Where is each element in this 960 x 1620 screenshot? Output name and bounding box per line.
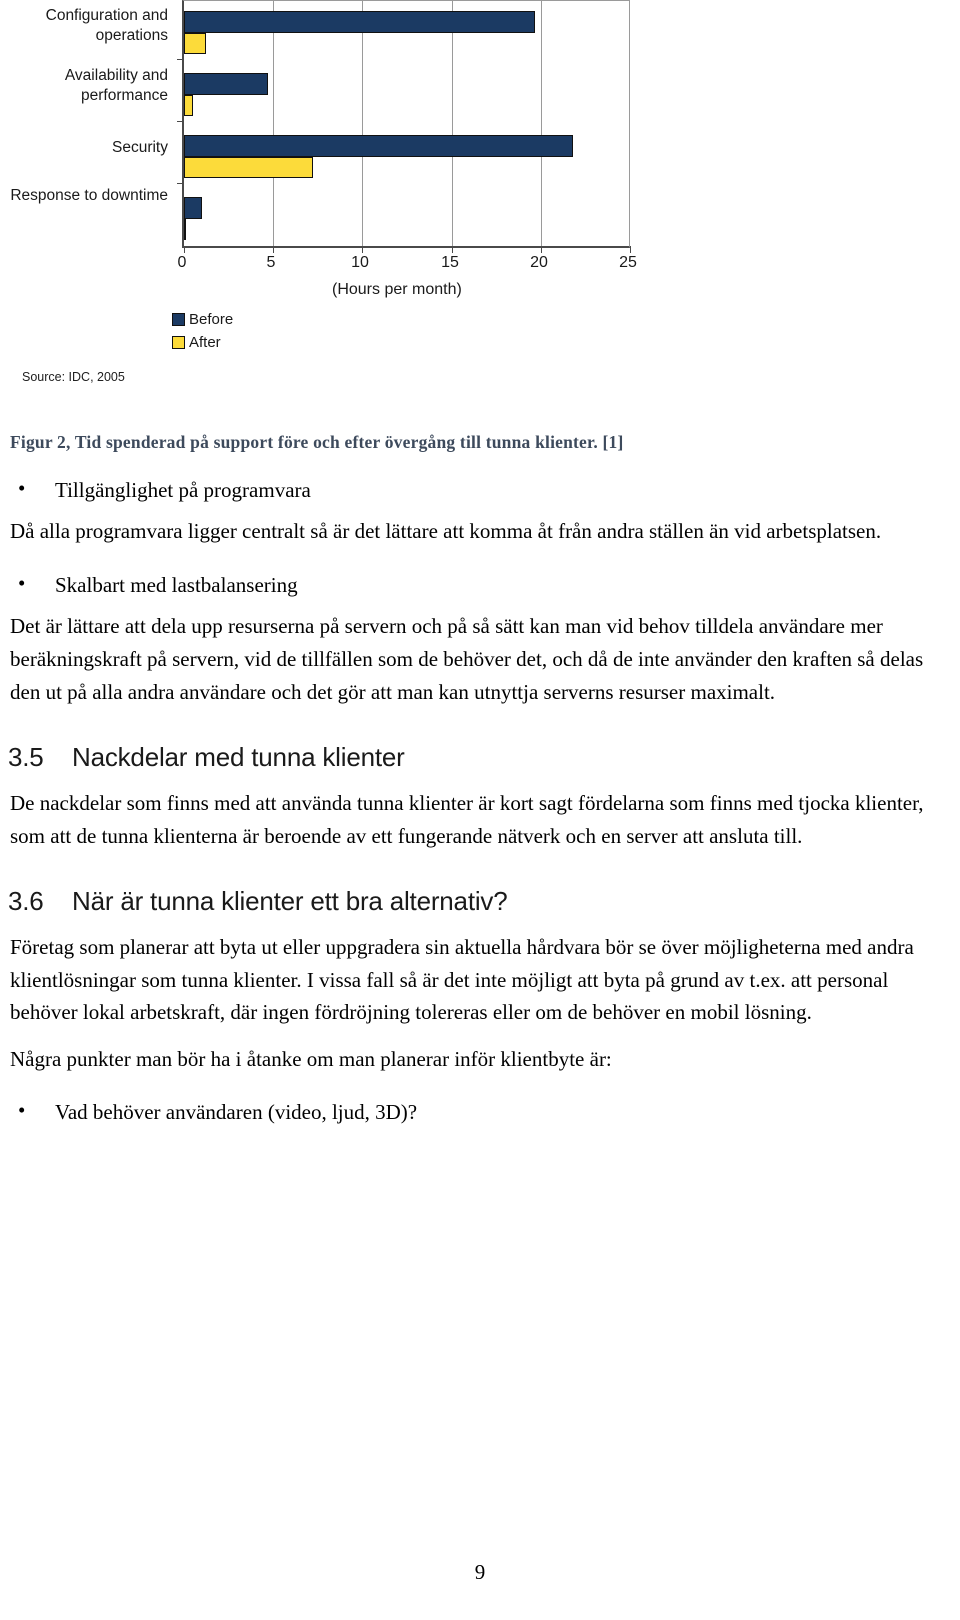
xtick-label-20: 20 [530, 254, 548, 271]
category-label-configuration: Configuration and operations [45, 7, 168, 45]
bullet-heading-tillganglighet: Tillgänglighet på programvara [55, 478, 311, 502]
figure-block: Configuration and operations Availabilit… [0, 0, 960, 400]
category-label-security: Security [112, 139, 168, 156]
legend-swatch-before [172, 313, 185, 326]
chart-x-tick-labels: 0 5 10 15 20 25 [178, 254, 637, 280]
category-label-availability: Availability and performance [64, 67, 168, 105]
list-item: Tillgänglighet på programvara [0, 473, 960, 505]
bar-after-configuration [184, 33, 206, 54]
considerations-bullet-list: Vad behöver användaren (video, ljud, 3D)… [0, 1095, 960, 1127]
legend-swatch-after [172, 336, 185, 349]
paragraph-tillganglighet: Då alla programvara ligger centralt så ä… [10, 519, 882, 544]
legend-label-after: After [189, 334, 221, 351]
section-number-3-6: 3.6 [8, 886, 44, 917]
xtick-mark-5 [273, 246, 274, 253]
xtick-mark-0 [184, 246, 185, 253]
xtick-label-15: 15 [441, 254, 459, 271]
xtick-mark-15 [452, 246, 453, 253]
xtick-mark-20 [541, 246, 542, 253]
paragraph-section-3-6-first: Företag som planerar att byta ut eller u… [10, 935, 914, 1025]
advantages-bullet-list: Tillgänglighet på programvara [0, 473, 960, 505]
section-title-3-6: När är tunna klienter ett bra alternativ… [72, 886, 508, 917]
ytick-mark-3 [177, 183, 184, 184]
chart-x-axis-title: (Hours per month) [332, 281, 462, 298]
ytick-mark-2 [177, 121, 184, 122]
advantages-bullet-list-2: Skalbart med lastbalansering [0, 568, 960, 600]
bar-before-availability [184, 73, 268, 95]
bar-after-security [184, 157, 313, 178]
xtick-label-0: 0 [177, 254, 187, 271]
page-number: 9 [474, 1560, 486, 1584]
chart-plot-area [177, 0, 631, 253]
bar-after-availability [184, 95, 193, 116]
list-item: Skalbart med lastbalansering [0, 568, 960, 600]
paragraph-section-3-6-second: Några punkter man bör ha i åtanke om man… [10, 1046, 612, 1071]
bullet-heading-skalbart: Skalbart med lastbalansering [55, 572, 298, 597]
section-heading-3-6: 3.6 När är tunna klienter ett bra alterna… [8, 886, 960, 917]
xtick-mark-10 [362, 246, 363, 253]
chart-source-note: Source: IDC, 2005 [22, 370, 125, 384]
gridline-15 [452, 1, 453, 246]
xtick-label-5: 5 [266, 254, 276, 271]
xtick-mark-25 [630, 246, 631, 253]
paragraph-skalbart: Det är lättare att dela upp resurserna p… [10, 614, 924, 704]
category-label-response: Response to downtime [10, 187, 168, 204]
chart-category-labels: Configuration and operations Availabilit… [0, 0, 172, 248]
legend-item-before: Before [172, 308, 233, 331]
bar-chart: Configuration and operations Availabilit… [0, 0, 660, 351]
list-item: Vad behöver användaren (video, ljud, 3D)… [0, 1095, 960, 1127]
section-title-3-5: Nackdelar med tunna klienter [72, 742, 405, 773]
legend-label-before: Before [189, 311, 234, 328]
ytick-mark-1 [177, 59, 184, 60]
figure-caption: Figur 2, Tid spenderad på support före o… [10, 432, 624, 452]
document-body: Figur 2, Tid spenderad på support före o… [0, 420, 960, 1128]
legend-item-after: After [172, 331, 233, 354]
paragraph-section-3-5: De nackdelar som finns med att använda t… [10, 791, 924, 848]
section-number-3-5: 3.5 [8, 742, 44, 773]
bar-after-response [184, 219, 186, 240]
bar-before-security [184, 135, 573, 157]
gridline-5 [273, 1, 274, 246]
section-heading-3-5: 3.5 Nackdelar med tunna klienter [8, 742, 960, 773]
gridline-20 [541, 1, 542, 246]
xtick-label-25: 25 [619, 254, 637, 271]
bar-before-response [184, 197, 202, 219]
bullet-text-vad-behover: Vad behöver användaren (video, ljud, 3D)… [55, 1100, 418, 1125]
xtick-label-10: 10 [351, 254, 369, 271]
bar-before-configuration [184, 11, 535, 33]
gridline-10 [362, 1, 363, 246]
chart-legend: Before After [172, 308, 233, 354]
